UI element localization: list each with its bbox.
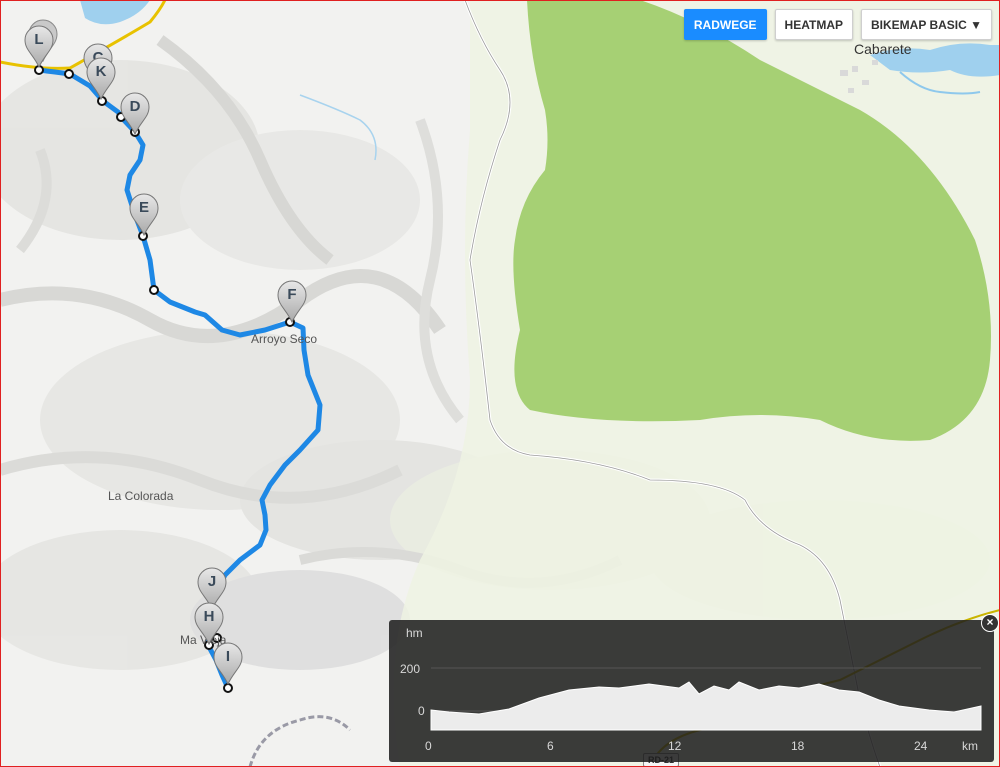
waypoint-dot — [64, 69, 74, 79]
place-label-arroyo-seco: Arroyo Seco — [251, 332, 318, 346]
route-marker-label: K — [95, 63, 107, 80]
elevation-profile-chart[interactable] — [389, 620, 994, 762]
route-marker-label: I — [225, 648, 231, 665]
elevation-area — [430, 681, 982, 731]
elevation-x-tick: 6 — [547, 739, 554, 753]
route-marker-l[interactable]: L — [22, 24, 56, 68]
route-marker-i[interactable]: I — [211, 641, 245, 685]
basemap-select[interactable]: BIKEMAP BASIC ▼ — [861, 9, 992, 40]
route-marker-k[interactable]: K — [84, 56, 118, 100]
elevation-x-unit: km — [962, 739, 978, 753]
waypoint-dot — [223, 683, 233, 693]
heatmap-button[interactable]: HEATMAP — [774, 9, 853, 40]
place-label-cabarete: Cabarete — [854, 41, 912, 57]
elevation-x-tick: 18 — [791, 739, 805, 753]
waypoint-dot — [149, 285, 159, 295]
route-marker-label: H — [203, 608, 215, 625]
elevation-x-tick: 12 — [668, 739, 682, 753]
route-marker-label: E — [138, 199, 149, 216]
route-marker-label: J — [207, 573, 217, 590]
route-marker-e[interactable]: E — [127, 192, 161, 236]
route-marker-label: D — [129, 98, 141, 115]
route-marker-h[interactable]: H — [192, 601, 226, 645]
route-marker-label: L — [34, 31, 44, 48]
elevation-x-tick: 0 — [425, 739, 432, 753]
close-elevation-button[interactable]: × — [981, 614, 999, 632]
radwege-button[interactable]: RADWEGE — [683, 9, 767, 40]
route-marker-f[interactable]: F — [275, 279, 309, 323]
elevation-x-tick: 24 — [914, 739, 928, 753]
map-layer-toolbar: RADWEGE HEATMAP BIKEMAP BASIC ▼ — [683, 9, 992, 40]
route-marker-d[interactable]: D — [118, 91, 152, 135]
place-label-la-colorada: La Colorada — [108, 489, 174, 503]
route-marker-label: F — [287, 286, 297, 303]
elevation-profile-panel[interactable]: hm 200 0 0 6 12 18 24 km — [389, 620, 994, 762]
